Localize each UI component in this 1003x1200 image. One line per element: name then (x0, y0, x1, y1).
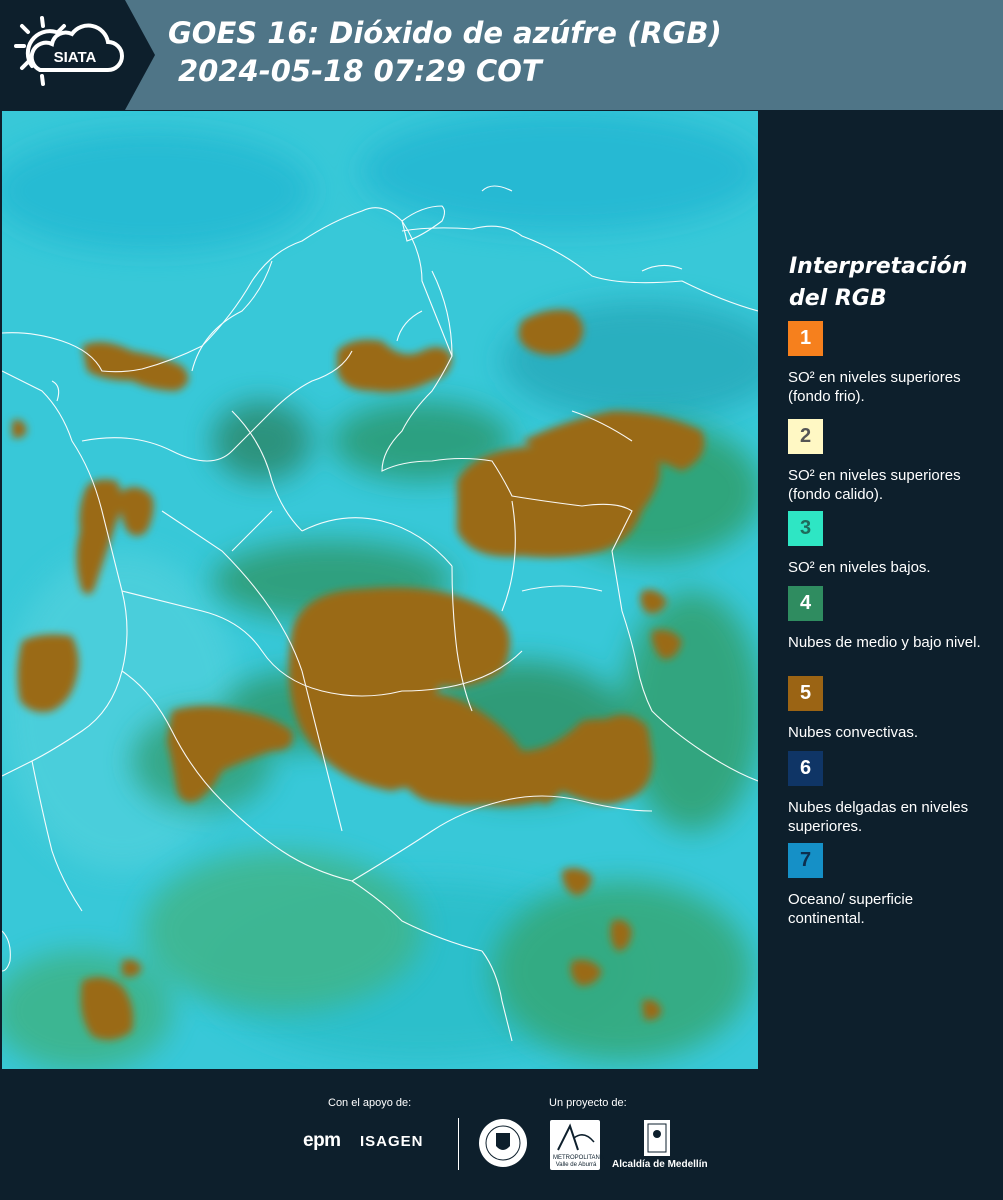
so2-rgb-map-image (0, 111, 782, 1071)
legend-panel: Interpretación del RGB 1 SO² en niveles s… (760, 111, 1003, 1069)
legend-label: Nubes de medio y bajo nivel. (788, 634, 981, 651)
legend-label: Nubes delgadas en niveles superiores. (788, 799, 969, 835)
satellite-map[interactable] (0, 111, 782, 1071)
legend-label: SO² en niveles superiores (fondo calido)… (788, 467, 961, 503)
support-label: Con el apoyo de: (328, 1097, 412, 1109)
area-logo-icon (557, 1123, 595, 1151)
legend-label: SO² en niveles bajos. (788, 559, 931, 576)
project-label: Un proyecto de: (549, 1097, 627, 1109)
legend-label: SO² en niveles superiores (fondo frio). (788, 369, 961, 405)
legend-swatch: 4 (788, 586, 823, 621)
legend-item: 5 Nubes convectivas. (788, 676, 988, 742)
epm-logo[interactable]: epm (303, 1130, 341, 1152)
medellin-seal-icon[interactable] (478, 1118, 528, 1168)
footer: Con el apoyo de: Un proyecto de: epm ISA… (0, 1070, 1003, 1200)
legend-swatch: 7 (788, 843, 823, 878)
siata-sun-cloud-icon: SIATA (14, 16, 124, 86)
legend-item: 3 SO² en niveles bajos. (788, 511, 988, 577)
legend-swatch: 3 (788, 511, 823, 546)
legend-swatch: 6 (788, 751, 823, 786)
header-bar: SIATA GOES 16: Dióxido de azúfre (RGB) 20… (0, 0, 1003, 110)
legend-item: 4 Nubes de medio y bajo nivel. (788, 586, 988, 652)
title-product: GOES 16: Dióxido de azúfre (RGB) (168, 16, 722, 50)
siata-logo[interactable]: SIATA (0, 0, 155, 110)
page-title: GOES 16: Dióxido de azúfre (RGB) 2024-05-… (168, 14, 722, 90)
title-datetime: 2024-05-18 07:29 COT (178, 54, 542, 88)
area-metropolitana-text: METROPOLITANA Valle de Aburrá (553, 1155, 604, 1168)
legend-swatch: 5 (788, 676, 823, 711)
legend-title: Interpretación del RGB (789, 254, 968, 311)
legend-item: 1 SO² en niveles superiores (fondo frio). (788, 321, 988, 406)
legend-label: Oceano/ superficie continental. (788, 891, 914, 927)
legend-swatch: 1 (788, 321, 823, 356)
logo-text: SIATA (54, 49, 97, 66)
alcaldia-logo-text[interactable]: Alcaldía de Medellín (612, 1159, 708, 1170)
legend-item: 6 Nubes delgadas en niveles superiores. (788, 751, 988, 836)
legend-swatch: 2 (788, 419, 823, 454)
legend-item: 7 Oceano/ superficie continental. (788, 843, 988, 928)
alcaldia-shield-icon[interactable] (642, 1118, 672, 1160)
legend-item: 2 SO² en niveles superiores (fondo calido… (788, 419, 988, 504)
footer-divider (458, 1118, 459, 1170)
isagen-logo[interactable]: ISAGEN (360, 1133, 424, 1150)
legend-label: Nubes convectivas. (788, 724, 919, 741)
